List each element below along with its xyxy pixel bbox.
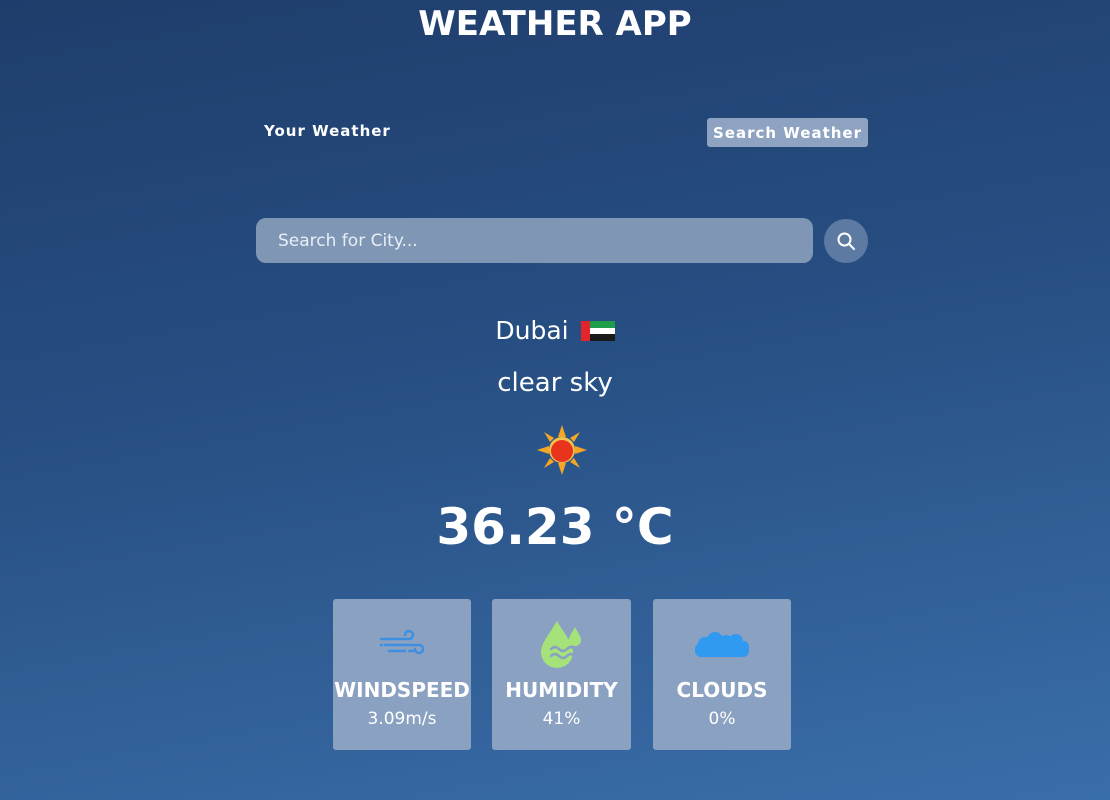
humidity-label: HUMIDITY	[505, 678, 618, 702]
windspeed-value: 3.09m/s	[367, 709, 437, 729]
city-row: Dubai	[0, 316, 1110, 345]
clouds-value: 0%	[708, 709, 736, 729]
tab-your-weather[interactable]: Your Weather	[264, 122, 391, 140]
sun-icon	[537, 425, 587, 475]
temperature: 36.23 °C	[436, 498, 674, 556]
clouds-card: CLOUDS 0%	[653, 599, 791, 750]
cloud-icon	[695, 632, 749, 657]
city-name: Dubai	[495, 316, 569, 345]
search-input[interactable]	[256, 218, 813, 263]
uae-flag-icon	[580, 319, 615, 343]
tab-search-weather[interactable]: Search Weather	[707, 118, 868, 147]
weather-description: clear sky	[497, 368, 613, 398]
windspeed-label: WINDSPEED	[334, 678, 470, 702]
wind-icon	[379, 629, 425, 655]
search-button[interactable]	[824, 219, 868, 263]
windspeed-card: WINDSPEED 3.09m/s	[333, 599, 471, 750]
app-title: WEATHER APP	[418, 4, 692, 44]
humidity-card: HUMIDITY 41%	[492, 599, 631, 750]
humidity-icon	[540, 621, 581, 668]
humidity-value: 41%	[542, 709, 581, 729]
clouds-label: CLOUDS	[676, 678, 768, 702]
search-icon	[837, 232, 855, 250]
